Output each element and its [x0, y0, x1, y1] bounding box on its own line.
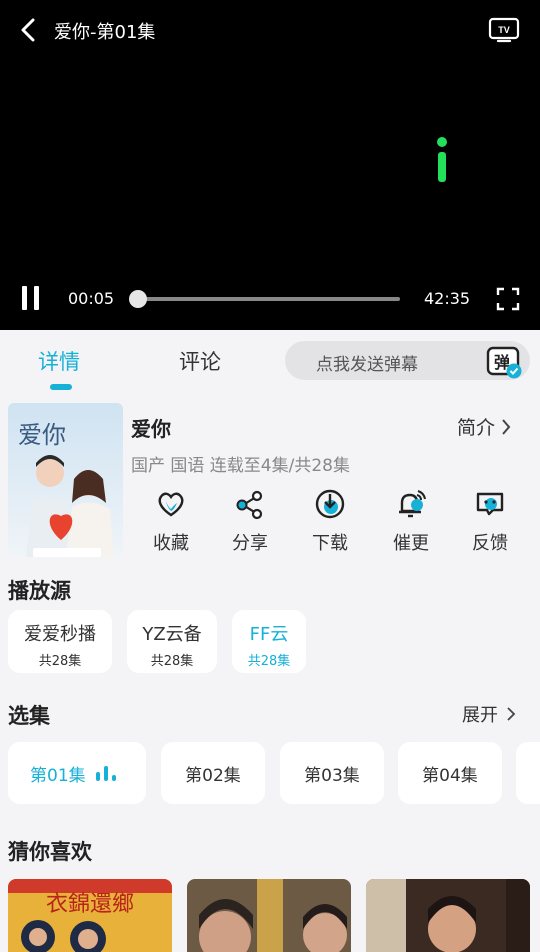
loading-indicator-icon — [437, 137, 447, 182]
episode-label: 第03集 — [304, 765, 360, 786]
urge-update-label: 催更 — [393, 533, 429, 554]
download-label: 下载 — [312, 533, 348, 554]
svg-text:TV: TV — [498, 25, 510, 35]
progress-track[interactable] — [138, 297, 400, 301]
video-title: 爱你-第01集 — [54, 22, 156, 43]
danmu-placeholder: 点我发送弹幕 — [316, 355, 418, 375]
episode-label: 第02集 — [185, 765, 241, 786]
tab-details[interactable]: 详情 — [38, 346, 80, 376]
episode-item[interactable]: 第02集 — [161, 742, 265, 804]
source-name: 爱爱秒播 — [24, 624, 96, 645]
source-item[interactable]: YZ云备 共28集 — [127, 610, 217, 673]
download-icon — [315, 489, 345, 519]
source-item[interactable]: 爱爱秒播 共28集 — [8, 610, 112, 673]
show-title: 爱你 — [131, 417, 171, 441]
playing-equalizer-icon — [95, 765, 116, 781]
share-label: 分享 — [232, 533, 268, 554]
source-count: 共28集 — [38, 654, 82, 669]
total-time: 42:35 — [424, 289, 471, 308]
fullscreen-icon[interactable] — [496, 287, 520, 311]
episode-item[interactable]: 第03集 — [280, 742, 384, 804]
tab-active-indicator — [50, 384, 72, 390]
episode-item[interactable]: 第04集 — [398, 742, 502, 804]
chevron-left-icon — [21, 18, 35, 42]
svg-text:爱你: 爱你 — [18, 421, 66, 449]
recommend-item[interactable] — [187, 879, 351, 952]
expand-button[interactable]: 展开 — [462, 701, 516, 727]
feedback-label: 反馈 — [472, 533, 508, 554]
bell-icon — [399, 490, 426, 518]
svg-text:衣錦還鄉: 衣錦還鄉 — [46, 892, 134, 917]
danmu-toggle-icon[interactable]: 弹 — [485, 342, 525, 380]
recommend-item[interactable]: 衣錦還鄉 — [8, 879, 172, 952]
favorite-label: 收藏 — [153, 533, 189, 554]
poster-image: 爱你 — [8, 403, 123, 557]
chevron-right-icon — [507, 707, 516, 721]
episode-item[interactable] — [516, 742, 540, 804]
tv-cast-icon[interactable]: TV — [488, 16, 520, 44]
source-name: FF云 — [249, 624, 289, 645]
source-item-selected[interactable]: FF云 共28集 — [232, 610, 306, 673]
show-meta: 国产 国语 连载至4集/共28集 — [131, 456, 350, 476]
intro-link[interactable]: 简介 — [457, 413, 511, 440]
tab-comments[interactable]: 评论 — [179, 346, 221, 376]
recommend-item[interactable] — [366, 879, 530, 952]
episode-item-selected[interactable]: 第01集 — [8, 742, 146, 804]
source-count: 共28集 — [150, 654, 194, 669]
favorite-button[interactable]: 收藏 — [141, 488, 201, 555]
source-count: 共28集 — [247, 654, 291, 669]
intro-label: 简介 — [457, 417, 496, 439]
share-button[interactable]: 分享 — [220, 488, 280, 555]
episodes-title: 选集 — [8, 704, 50, 728]
feedback-icon — [476, 492, 504, 516]
back-button[interactable] — [14, 16, 42, 44]
sources-title: 播放源 — [8, 579, 71, 603]
show-poster[interactable]: 爱你 — [8, 403, 123, 557]
heart-icon — [158, 492, 184, 517]
video-player[interactable]: 爱你-第01集 TV 00:05 42:35 — [0, 0, 540, 330]
recommend-poster: 衣錦還鄉 — [8, 879, 172, 952]
episode-label: 第01集 — [30, 765, 86, 786]
download-button[interactable]: 下载 — [300, 488, 360, 555]
recommend-poster — [366, 879, 530, 952]
urge-update-button[interactable]: 催更 — [381, 488, 441, 555]
pause-button[interactable] — [18, 286, 42, 312]
feedback-button[interactable]: 反馈 — [460, 488, 520, 555]
share-icon — [236, 490, 263, 520]
current-time: 00:05 — [68, 289, 115, 308]
danmu-input[interactable]: 点我发送弹幕 弹 — [285, 341, 530, 380]
expand-label: 展开 — [462, 705, 498, 726]
recommend-title: 猜你喜欢 — [8, 840, 92, 864]
progress-handle[interactable] — [129, 290, 147, 308]
chevron-right-icon — [502, 418, 511, 435]
source-name: YZ云备 — [142, 624, 202, 645]
episode-label: 第04集 — [422, 765, 478, 786]
recommend-poster — [187, 879, 351, 952]
